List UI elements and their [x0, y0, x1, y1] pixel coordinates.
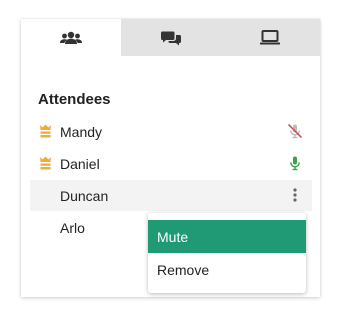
attendees-heading: Attendees: [38, 91, 111, 108]
attendee-name: Arlo: [60, 219, 85, 236]
attendee-row[interactable]: Mandy: [30, 116, 312, 147]
attendee-row[interactable]: Duncan: [30, 180, 312, 211]
attendee-name: Mandy: [60, 123, 103, 140]
screen-icon: [260, 30, 281, 45]
mic-muted-icon[interactable]: [286, 122, 304, 140]
attendees-panel: Attendees Mandy Daniel Duncan Arlo Mute …: [21, 19, 321, 297]
context-menu: Mute Remove: [148, 213, 306, 293]
attendee-name: Duncan: [60, 187, 109, 204]
mic-active-icon[interactable]: [286, 154, 304, 172]
tab-chat[interactable]: [120, 19, 221, 56]
host-crown-icon: [40, 156, 51, 170]
tab-screen-share[interactable]: [220, 19, 321, 56]
more-options-icon[interactable]: [286, 186, 304, 204]
attendee-name: Daniel: [60, 155, 100, 172]
tab-bar: [21, 19, 321, 56]
users-icon: [59, 31, 82, 44]
host-crown-icon: [40, 124, 51, 138]
remove-menu-item[interactable]: Remove: [148, 253, 306, 286]
mute-menu-item[interactable]: Mute: [148, 220, 306, 253]
tab-attendees[interactable]: [21, 19, 121, 56]
chat-icon: [160, 31, 181, 45]
attendee-row[interactable]: Daniel: [30, 148, 312, 179]
